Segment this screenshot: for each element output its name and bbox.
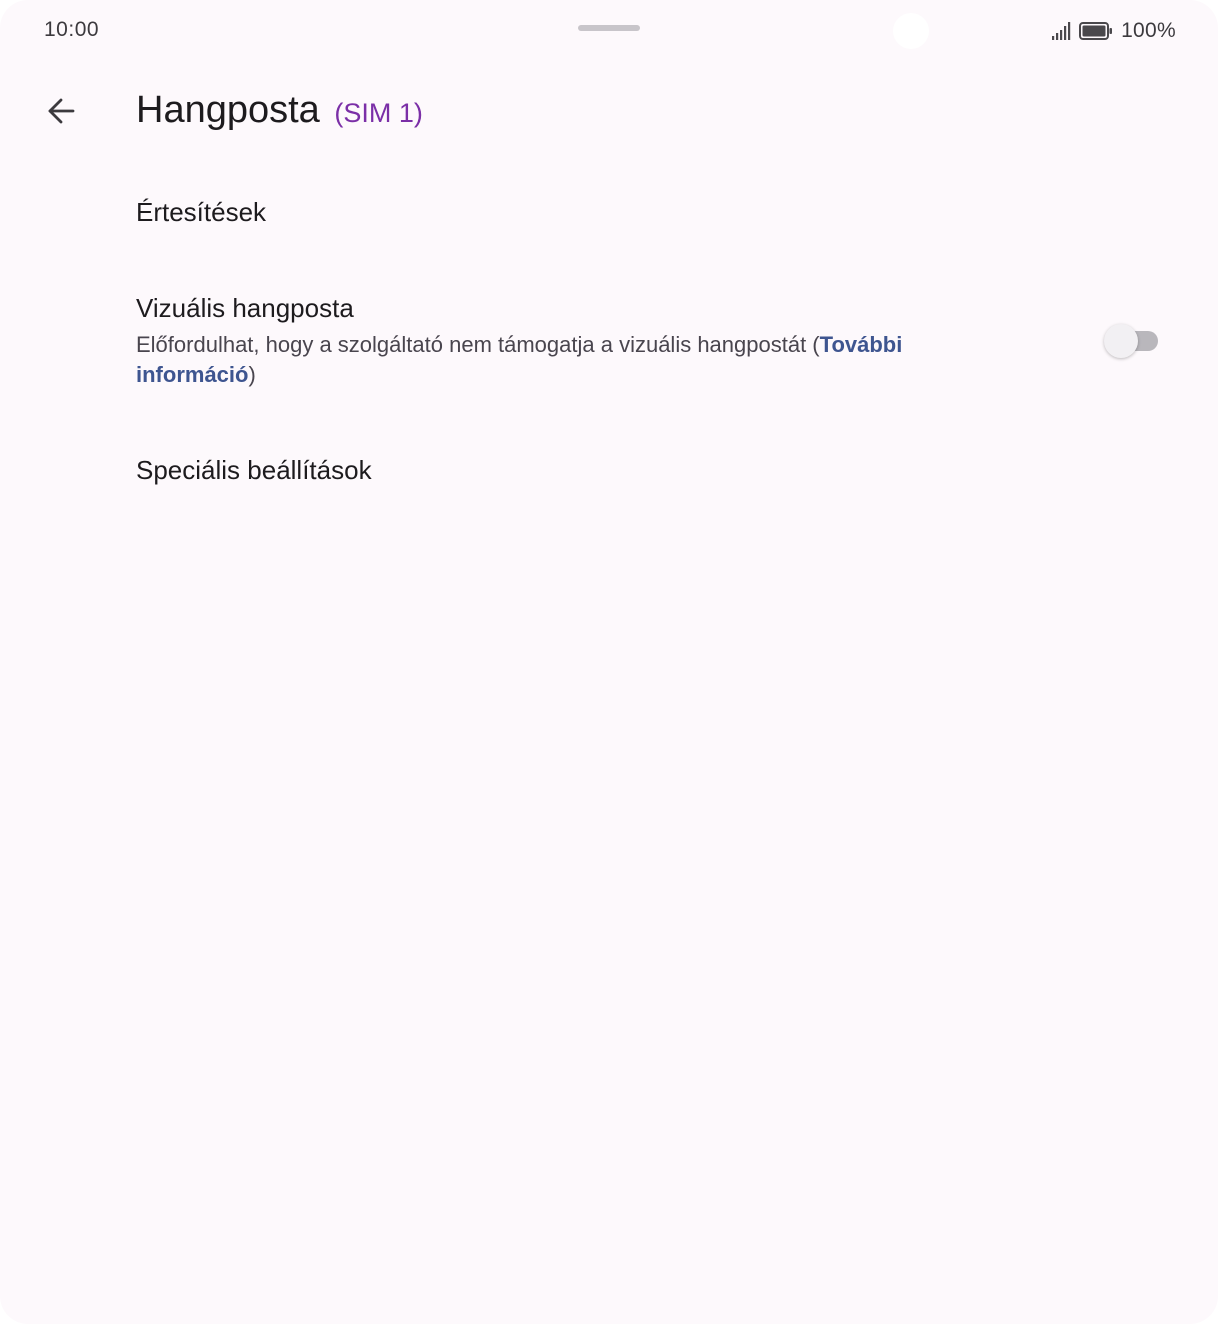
camera-cutout [893, 13, 929, 49]
visual-voicemail-label: Vizuális hangposta [136, 293, 354, 323]
page-title-text: Hangposta [136, 89, 320, 131]
notifications-item[interactable]: Értesítések [136, 194, 266, 230]
battery-full-icon [1079, 22, 1113, 40]
advanced-settings-item[interactable]: Speciális beállítások [136, 452, 372, 488]
visual-voicemail-item[interactable]: Vizuális hangposta Előfordulhat, hogy a … [136, 290, 1036, 390]
back-button[interactable] [36, 86, 86, 136]
sim-label: (SIM 1) [334, 98, 423, 128]
voicemail-settings-screen: 10:00 100% Hangposta (SIM 1) Értesítések… [0, 0, 1218, 1324]
battery-percent: 100% [1121, 19, 1176, 42]
notifications-label: Értesítések [136, 197, 267, 227]
arrow-back-icon [46, 96, 76, 126]
advanced-settings-label: Speciális beállítások [136, 455, 372, 485]
status-indicators: 100% [1051, 18, 1176, 44]
visual-voicemail-summary: Előfordulhat, hogy a szolgáltató nem tám… [136, 330, 1016, 390]
cell-signal-icon [1051, 22, 1071, 40]
drag-handle[interactable] [578, 25, 640, 31]
status-time: 10:00 [44, 18, 100, 41]
page-title: Hangposta (SIM 1) [136, 86, 423, 137]
toggle-thumb [1104, 324, 1138, 358]
summary-close-paren: ) [248, 362, 256, 387]
visual-voicemail-toggle[interactable] [1104, 324, 1160, 358]
summary-text: Előfordulhat, hogy a szolgáltató nem tám… [136, 332, 820, 357]
